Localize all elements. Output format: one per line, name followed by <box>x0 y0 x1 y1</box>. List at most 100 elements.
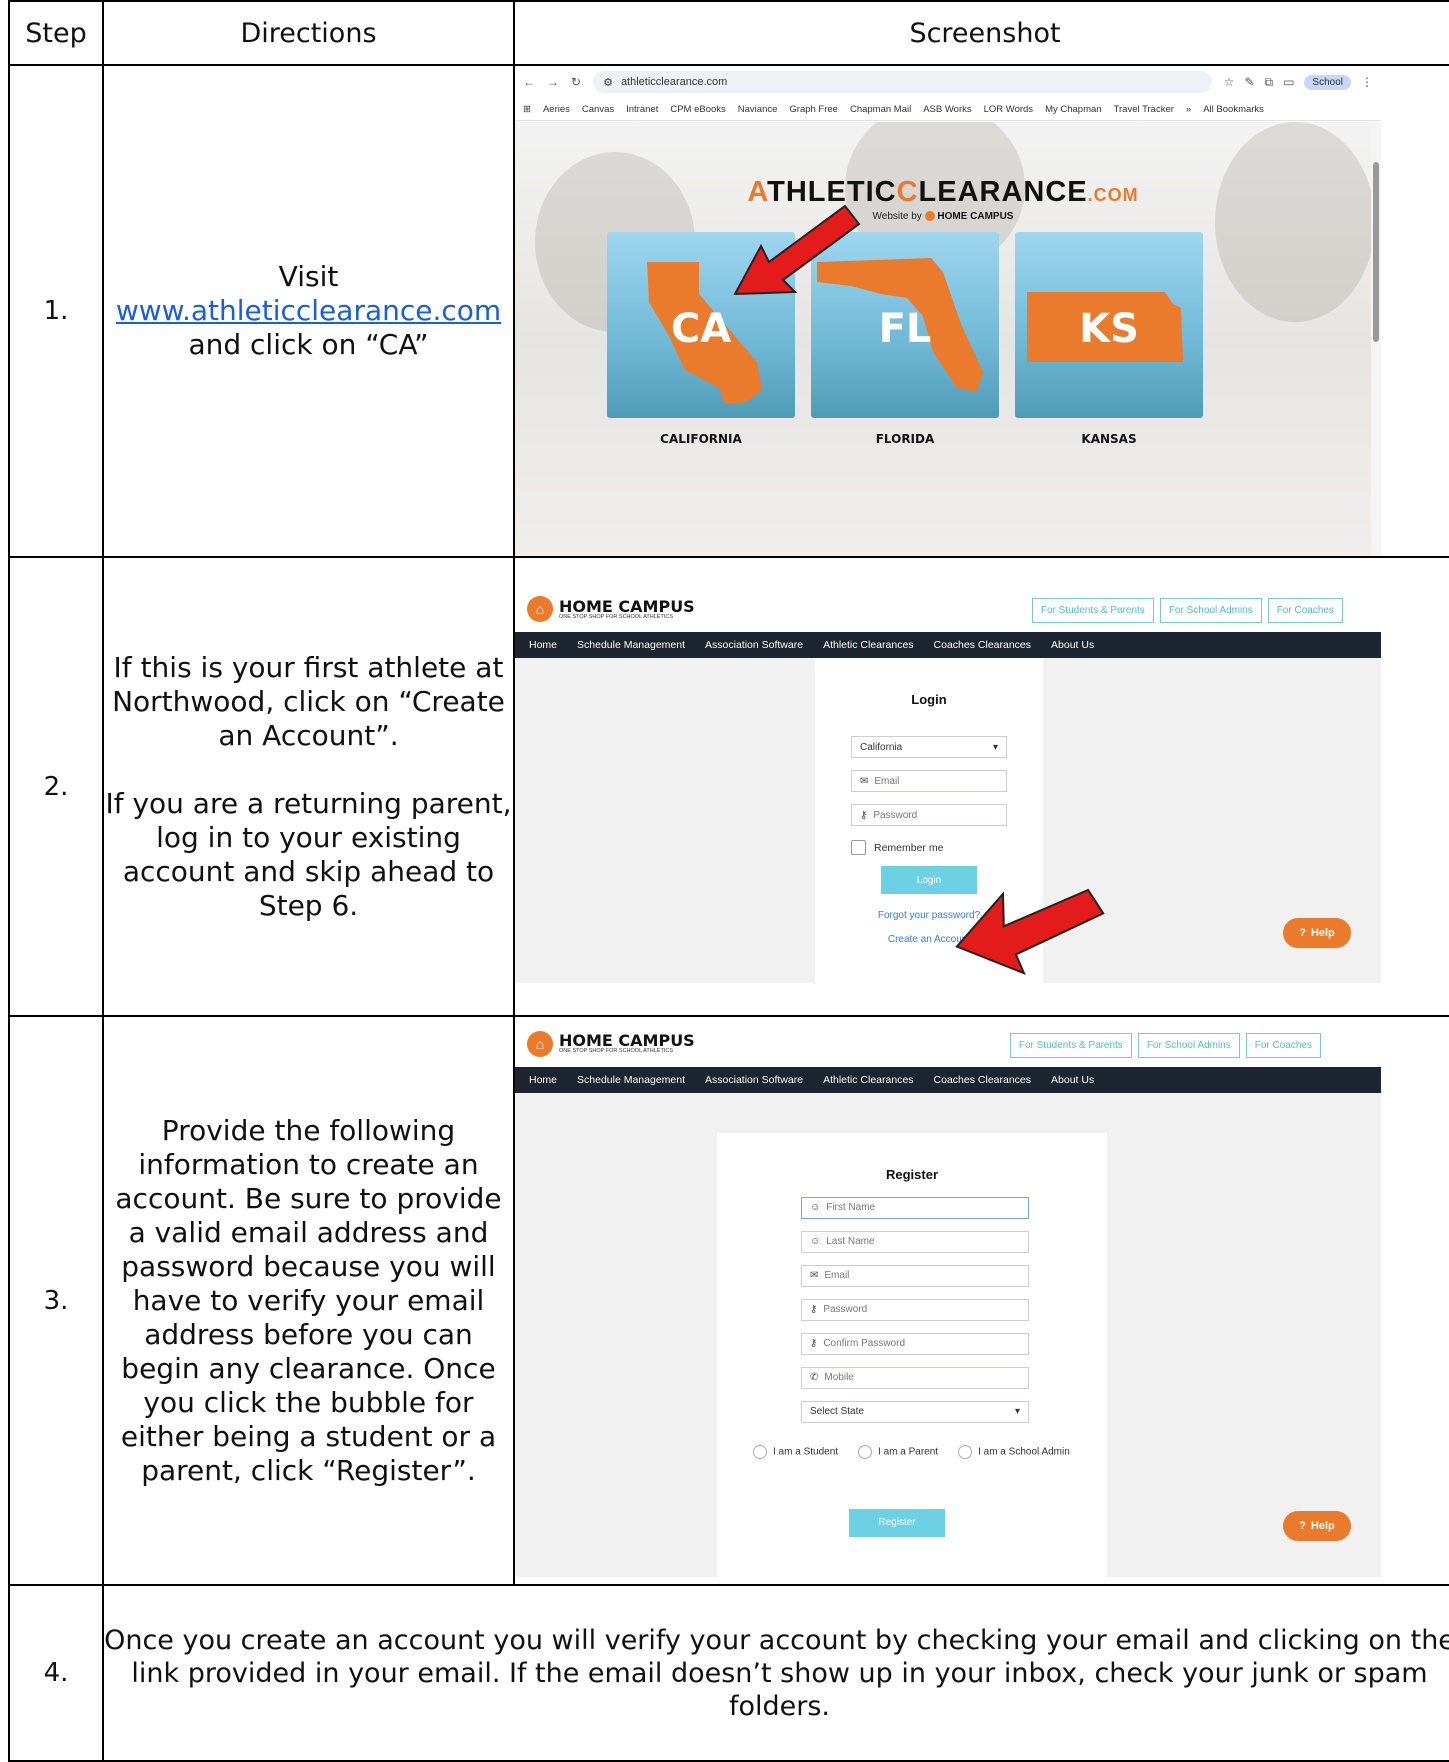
email-field[interactable]: ✉ Email <box>851 770 1007 792</box>
state-select[interactable]: Select State ▾ <box>801 1400 1029 1423</box>
all-bookmarks[interactable]: All Bookmarks <box>1203 104 1264 115</box>
school-admins-button[interactable]: For School Admins <box>1159 598 1262 623</box>
nav-home[interactable]: Home <box>529 1074 557 1086</box>
home-campus-logo[interactable]: ⌂ HOME CAMPUS ONE STOP SHOP FOR SCHOOL AT… <box>527 596 695 622</box>
home-campus-logo[interactable]: ⌂ HOME CAMPUS ONE STOP SHOP FOR SCHOOL AT… <box>527 1030 695 1057</box>
chevron-down-icon: ▾ <box>1014 1406 1020 1417</box>
bookmark[interactable]: Chapman Mail <box>850 104 911 115</box>
direction-text: and click on “CA” <box>188 328 429 361</box>
password-field[interactable]: ⚷ Password <box>801 1298 1029 1321</box>
state-card-ks[interactable]: KS <box>1015 232 1203 418</box>
bookmark[interactable]: My Chapman <box>1045 104 1102 115</box>
address-bar[interactable]: ⚙ athleticclearance.com <box>593 71 1212 93</box>
pen-icon[interactable]: ✎ <box>1244 75 1254 89</box>
school-admins-button[interactable]: For School Admins <box>1137 1032 1240 1058</box>
screenshot-cell: ← → ↻ ⚙ athleticclearance.com ☆ ✎ ⧉ ▭ Sch… <box>513 64 1449 558</box>
nav-coaches-clearances[interactable]: Coaches Clearances <box>934 639 1031 651</box>
nav-schedule[interactable]: Schedule Management <box>577 639 685 651</box>
star-icon[interactable]: ☆ <box>1224 75 1235 89</box>
nav-about[interactable]: About Us <box>1051 639 1094 651</box>
back-icon[interactable]: ← <box>523 75 535 89</box>
role-radio-group: I am a Student I am a Parent I am a Scho… <box>753 1444 1070 1459</box>
tab-search-icon[interactable]: ▭ <box>1283 75 1294 89</box>
parent-radio[interactable]: I am a Parent <box>858 1444 938 1459</box>
bookmark[interactable]: Canvas <box>582 104 614 115</box>
site-info-icon[interactable]: ⚙ <box>603 76 613 89</box>
confirm-password-field[interactable]: ⚷ Confirm Password <box>801 1332 1029 1355</box>
phone-icon: ✆ <box>810 1372 819 1383</box>
site-header: ⌂ HOME CAMPUS ONE STOP SHOP FOR SCHOOL AT… <box>515 590 1381 632</box>
key-icon: ⚷ <box>810 1304 818 1315</box>
question-icon: ? <box>1299 1519 1306 1532</box>
more-bookmarks[interactable]: » <box>1186 104 1191 115</box>
background-athlete <box>1215 122 1371 322</box>
extension-icon[interactable]: ⧉ <box>1265 75 1274 90</box>
bookmark[interactable]: LOR Words <box>984 104 1033 115</box>
step-number: 1. <box>8 64 104 558</box>
register-button[interactable]: Register <box>849 1508 945 1537</box>
nav-schedule[interactable]: Schedule Management <box>577 1074 685 1086</box>
state-name: KANSAS <box>1081 432 1137 446</box>
mail-icon: ✉ <box>810 1270 819 1281</box>
reload-icon[interactable]: ↻ <box>571 75 581 89</box>
help-button[interactable]: ? Help <box>1283 918 1351 948</box>
bookmarks-bar: ⊞ Aeries Canvas Intranet CPM eBooks Navi… <box>515 98 1381 121</box>
house-icon: ⌂ <box>527 596 553 622</box>
red-arrow-icon <box>733 204 861 296</box>
step-row-3: 3. Provide the following information to … <box>8 1015 1449 1586</box>
register-title: Register <box>885 1166 939 1182</box>
email-field[interactable]: ✉ Email <box>801 1264 1029 1287</box>
bookmark[interactable]: CPM eBooks <box>670 104 725 115</box>
state-abbr: FL <box>878 306 932 352</box>
key-icon: ⚷ <box>860 809 868 821</box>
menu-icon[interactable]: ⋮ <box>1361 75 1373 89</box>
nav-athletic-clearances[interactable]: Athletic Clearances <box>823 639 913 651</box>
step-directions: Once you create an account you will veri… <box>102 1584 1449 1762</box>
state-abbr: KS <box>1079 306 1139 352</box>
students-parents-button[interactable]: For Students & Parents <box>1031 598 1154 623</box>
state-select[interactable]: California ▾ <box>851 736 1007 758</box>
password-field[interactable]: ⚷ Password <box>851 804 1007 826</box>
bookmark[interactable]: Intranet <box>626 104 658 115</box>
students-parents-button[interactable]: For Students & Parents <box>1009 1032 1132 1058</box>
nav-home[interactable]: Home <box>529 639 557 651</box>
first-name-field[interactable]: ☺ First Name <box>801 1196 1029 1219</box>
step-directions: Visit www.athleticclearance.com and clic… <box>102 64 515 558</box>
mobile-field[interactable]: ✆ Mobile <box>801 1366 1029 1389</box>
bookmark[interactable]: Travel Tracker <box>1114 104 1174 115</box>
apps-icon[interactable]: ⊞ <box>523 104 531 115</box>
mail-icon: ✉ <box>860 775 869 787</box>
site-header: ⌂ HOME CAMPUS ONE STOP SHOP FOR SCHOOL AT… <box>515 1024 1381 1067</box>
nav-association[interactable]: Association Software <box>705 1074 803 1086</box>
bookmark[interactable]: Graph Free <box>789 104 838 115</box>
forward-icon[interactable]: → <box>547 75 559 89</box>
bookmark[interactable]: ASB Works <box>923 104 971 115</box>
register-screenshot: ⌂ HOME CAMPUS ONE STOP SHOP FOR SCHOOL AT… <box>515 1024 1381 1577</box>
nav-athletic-clearances[interactable]: Athletic Clearances <box>823 1074 913 1086</box>
register-panel: Register ☺ First Name ☺ Last Name ✉ Email ⚷… <box>717 1132 1107 1577</box>
student-radio[interactable]: I am a Student <box>753 1444 838 1459</box>
direction-text: If this is your first athlete at Northwo… <box>112 650 505 752</box>
athletic-clearance-page: ATHLETICCLEARANCE.COM Website by HOME CA… <box>515 122 1371 556</box>
red-arrow-icon <box>955 888 1105 975</box>
state-abbr: CA <box>670 306 732 352</box>
login-screenshot: ⌂ HOME CAMPUS ONE STOP SHOP FOR SCHOOL AT… <box>515 590 1381 983</box>
scrollbar[interactable] <box>1371 122 1381 556</box>
coaches-button[interactable]: For Coaches <box>1245 1032 1321 1058</box>
last-name-field[interactable]: ☺ Last Name <box>801 1230 1029 1253</box>
coaches-button[interactable]: For Coaches <box>1267 598 1343 623</box>
nav-coaches-clearances[interactable]: Coaches Clearances <box>934 1074 1031 1086</box>
school-admin-radio[interactable]: I am a School Admin <box>958 1444 1070 1459</box>
help-button[interactable]: ? Help <box>1283 1510 1351 1541</box>
nav-association[interactable]: Association Software <box>705 639 803 651</box>
state-name: FLORIDA <box>875 432 935 446</box>
browser-toolbar: ← → ↻ ⚙ athleticclearance.com ☆ ✎ ⧉ ▭ Sch… <box>515 66 1381 98</box>
nav-about[interactable]: About Us <box>1051 1074 1094 1086</box>
athleticclearance-link[interactable]: www.athleticclearance.com <box>116 294 501 327</box>
header-row: Step Directions Screenshot <box>8 0 1449 66</box>
profile-button[interactable]: School <box>1304 74 1351 90</box>
bookmark[interactable]: Naviance <box>738 104 778 115</box>
remember-me-checkbox[interactable]: Remember me <box>851 840 943 855</box>
bookmark[interactable]: Aeries <box>543 104 570 115</box>
screenshot-cell: ⌂ HOME CAMPUS ONE STOP SHOP FOR SCHOOL AT… <box>513 1015 1449 1586</box>
